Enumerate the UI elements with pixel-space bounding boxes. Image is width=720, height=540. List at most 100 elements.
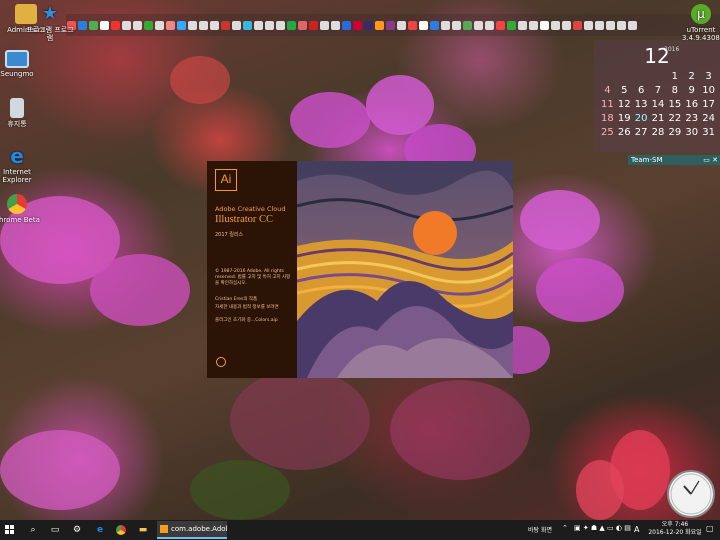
- app-shortcut-icon[interactable]: [430, 20, 439, 30]
- app-shortcut-icon[interactable]: [606, 20, 615, 30]
- app-shortcut-icon[interactable]: [628, 20, 637, 30]
- app-shortcut-icon[interactable]: [540, 20, 549, 30]
- app-shortcut-icon[interactable]: [507, 20, 516, 30]
- calendar-day: 25: [601, 127, 614, 138]
- calendar-day: [599, 70, 616, 83]
- app-shortcut-icon[interactable]: [276, 20, 285, 30]
- app-shortcut-icon[interactable]: [320, 20, 329, 30]
- app-shortcut-icon[interactable]: [78, 20, 87, 30]
- app-shortcut-icon[interactable]: [188, 20, 197, 30]
- calendar-day: 4: [604, 85, 611, 96]
- ime-indicator[interactable]: A: [634, 525, 639, 534]
- taskbar-date: 2016-12-20 화요일: [648, 529, 702, 536]
- app-shortcut-icon[interactable]: [111, 20, 120, 30]
- calendar-day: 17: [702, 99, 715, 110]
- app-shortcut-icon[interactable]: [518, 20, 527, 30]
- file-explorer-icon[interactable]: ▬: [136, 523, 150, 537]
- desktop-icon-utorrent[interactable]: µ uTorrent 3.4.9.43085: [682, 4, 720, 42]
- calendar-day: 19: [617, 113, 631, 124]
- app-shortcut-icon[interactable]: [353, 20, 362, 30]
- app-shortcut-icon[interactable]: [496, 20, 505, 30]
- app-shortcut-icon[interactable]: [408, 20, 417, 30]
- edge-icon[interactable]: e: [93, 523, 107, 537]
- calendar-day: 8: [671, 85, 679, 96]
- app-shortcut-icon[interactable]: [562, 20, 571, 30]
- internet-explorer-icon: e: [10, 144, 24, 168]
- app-shortcut-icon[interactable]: [386, 20, 395, 30]
- desktop-icon-label: 프로그램 프로그램: [26, 26, 74, 42]
- app-shortcut-icon[interactable]: [364, 20, 373, 30]
- calendar-day: [633, 70, 650, 83]
- illustrator-small-icon: [160, 525, 168, 533]
- team-sm-widget[interactable]: Team-SM ▭ ✕: [628, 155, 720, 165]
- app-shortcut-icon[interactable]: [419, 20, 428, 30]
- app-shortcut-icon[interactable]: [265, 20, 274, 30]
- desktop-icon-label: 휴지통: [7, 120, 27, 128]
- app-shortcut-icon[interactable]: [551, 20, 560, 30]
- search-icon[interactable]: ⌕: [26, 523, 40, 537]
- app-shortcut-icon[interactable]: [617, 20, 626, 30]
- app-shortcut-icon[interactable]: [529, 20, 538, 30]
- app-shortcut-icon[interactable]: [309, 20, 318, 30]
- settings-gear-icon[interactable]: ⚙: [70, 523, 84, 537]
- taskbar-app-illustrator[interactable]: com.adobe.Adobe...: [157, 521, 227, 539]
- splash-artwork-credit: Cristian Eres의 작품: [215, 297, 258, 302]
- desktop-icon-label: uTorrent: [686, 26, 716, 34]
- calendar-month: 12: [644, 44, 670, 68]
- app-shortcut-icon[interactable]: [441, 20, 450, 30]
- calendar-day: [650, 70, 667, 83]
- taskbar-clock[interactable]: 오후 7:46 2016-12-20 화요일: [648, 521, 702, 537]
- desktop-icon-recycle-bin[interactable]: 휴지통: [0, 98, 43, 128]
- app-shortcut-icon[interactable]: [144, 20, 153, 30]
- app-shortcut-icon[interactable]: [397, 20, 406, 30]
- app-shortcut-icon[interactable]: [474, 20, 483, 30]
- app-shortcut-icon[interactable]: [177, 20, 186, 30]
- task-view-icon[interactable]: ▭: [48, 523, 62, 537]
- app-shortcut-icon[interactable]: [331, 20, 340, 30]
- desktop-icon-programs[interactable]: ★ 프로그램 프로그램: [24, 4, 76, 43]
- computer-icon: [5, 50, 29, 68]
- app-shortcut-icon[interactable]: [463, 20, 472, 30]
- app-shortcut-icon[interactable]: [122, 20, 131, 30]
- clock-face: [670, 473, 712, 515]
- tray-desktop-label[interactable]: 바탕 화면: [528, 525, 552, 534]
- widget-controls[interactable]: ▭ ✕: [703, 155, 718, 165]
- app-shortcut-icon[interactable]: [342, 20, 351, 30]
- app-shortcut-icon[interactable]: [210, 20, 219, 30]
- chrome-taskbar-icon[interactable]: [114, 523, 128, 537]
- app-shortcut-icon[interactable]: [595, 20, 604, 30]
- quick-launch-toolbar: [66, 14, 720, 36]
- app-shortcut-icon[interactable]: [199, 20, 208, 30]
- splash-artwork-image: [297, 161, 513, 378]
- notification-icon[interactable]: ▢: [706, 524, 714, 533]
- app-shortcut-icon[interactable]: [221, 20, 230, 30]
- app-shortcut-icon[interactable]: [584, 20, 593, 30]
- app-shortcut-icon[interactable]: [232, 20, 241, 30]
- tray-icons[interactable]: ▣ ✦ ☗ ▲ ▭ ◐ ▤: [574, 524, 631, 532]
- app-shortcut-icon[interactable]: [254, 20, 263, 30]
- calendar-day: 7: [654, 85, 662, 96]
- calendar-day: 29: [668, 127, 682, 138]
- desktop-icon-chrome[interactable]: Chrome Beta: [0, 194, 43, 224]
- app-shortcut-icon[interactable]: [243, 20, 252, 30]
- app-shortcut-icon[interactable]: [133, 20, 142, 30]
- app-shortcut-icon[interactable]: [573, 20, 582, 30]
- app-shortcut-icon[interactable]: [166, 20, 175, 30]
- windows-start-icon[interactable]: [3, 523, 17, 537]
- app-shortcut-icon[interactable]: [287, 20, 296, 30]
- app-shortcut-icon[interactable]: [375, 20, 384, 30]
- desktop-icon-internet-explorer[interactable]: e Internet Explorer: [0, 146, 43, 184]
- tray-chevron-icon[interactable]: ⌃: [562, 524, 568, 532]
- calendar-year: 2016: [664, 46, 680, 53]
- calendar-day: 11: [601, 99, 614, 110]
- app-shortcut-icon[interactable]: [452, 20, 461, 30]
- chrome-icon: [7, 194, 27, 214]
- widget-title: Team-SM: [631, 156, 663, 164]
- app-shortcut-icon[interactable]: [298, 20, 307, 30]
- desktop-icon-computer[interactable]: Seungmo: [0, 50, 43, 78]
- app-shortcut-icon[interactable]: [100, 20, 109, 30]
- app-shortcut-icon[interactable]: [485, 20, 494, 30]
- app-shortcut-icon[interactable]: [155, 20, 164, 30]
- app-shortcut-icon[interactable]: [89, 20, 98, 30]
- splash-product-name: Illustrator CC: [215, 214, 274, 225]
